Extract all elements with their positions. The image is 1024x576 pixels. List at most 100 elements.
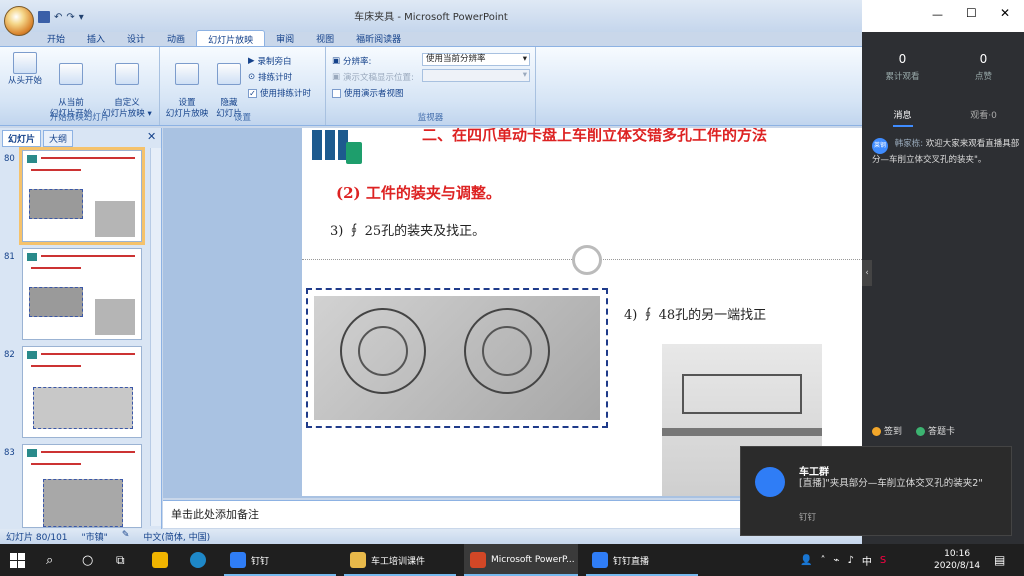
chevron-down-icon: ▾ — [522, 54, 527, 64]
hide-slide-button[interactable]: 隐藏 幻灯片 — [212, 52, 246, 120]
start-button[interactable] — [10, 544, 25, 576]
slide-thumbnail[interactable] — [19, 147, 145, 245]
minimize-button[interactable]: — — [932, 8, 943, 21]
use-timings-checkbox[interactable]: ✓ 使用排练计时 — [248, 87, 311, 99]
custom-show-button[interactable]: 自定义 幻灯片放映 ▾ — [98, 52, 156, 120]
tab-slide-show[interactable]: 幻灯片放映 — [196, 30, 266, 46]
live-panel-tabs: 消息 观看·0 — [862, 108, 1024, 127]
from-current-button[interactable]: 从当前 幻灯片开始 — [46, 52, 96, 120]
dingtalk-icon — [755, 467, 785, 497]
checkbox-icon — [332, 88, 341, 98]
close-pane-button[interactable]: ✕ — [147, 130, 156, 143]
chuck-drawing-image — [314, 296, 600, 420]
dingtalk-icon — [230, 552, 246, 568]
from-beginning-button[interactable]: 从头开始 — [4, 52, 46, 87]
tab-outline[interactable]: 大纲 — [43, 130, 74, 147]
window-controls: — ☐ ✕ — [862, 0, 1024, 32]
tab-viewers[interactable]: 观看·0 — [943, 108, 1024, 127]
thumb-image — [29, 189, 83, 219]
message-author: 韩家栋: — [894, 139, 924, 149]
taskbar-app-dingtalk[interactable]: 钉钉 — [224, 544, 336, 576]
thumb-title — [41, 255, 135, 257]
clock-time: 10:16 — [944, 549, 971, 559]
microphone-icon: ▶ — [248, 56, 255, 66]
store-icon — [152, 552, 168, 568]
live-actions: 签到 答题卡 — [872, 424, 955, 437]
show-on-dropdown[interactable]: ▾ — [422, 69, 530, 82]
system-tray[interactable]: 👤 ˄ ⌁ ♪ 中 S — [800, 544, 886, 576]
taskbar-app-explorer[interactable]: 车工培训课件 — [344, 544, 456, 576]
network-icon: ⌁ — [833, 554, 840, 566]
record-narration-button[interactable]: ▶ 录制旁白 — [248, 55, 292, 67]
search-button[interactable]: ⌕ — [46, 544, 53, 576]
thumb-image — [33, 387, 133, 429]
slide-canvas[interactable]: 二、在四爪单动卡盘上车削立体交错多孔工件的方法 (2) 工件的装夹与调整。 3)… — [302, 128, 862, 496]
timer-icon: ⊙ — [248, 72, 256, 82]
taskbar-app-powerpoint[interactable]: Microsoft PowerP... — [464, 544, 578, 576]
edge-button[interactable] — [190, 544, 206, 576]
chat-message: 莱钢 韩家栋: 欢迎大家来观看直播具部分—车削立体交叉孔的装夹"。 — [872, 138, 1022, 166]
thumb-logo — [27, 351, 37, 359]
tab-view[interactable]: 视图 — [305, 30, 345, 46]
thumb-logo — [27, 253, 37, 261]
notification-center-button[interactable]: ▤ — [994, 544, 1005, 576]
live-icon — [592, 552, 608, 568]
chevron-up-icon: ˄ — [820, 554, 826, 566]
circle-icon: ○ — [82, 552, 94, 568]
tab-review[interactable]: 审阅 — [265, 30, 305, 46]
slide-logo — [312, 130, 364, 164]
setup-show-button[interactable]: 设置 幻灯片放映 — [162, 52, 212, 120]
thumb-subtitle — [31, 267, 81, 269]
tab-home[interactable]: 开始 — [36, 30, 76, 46]
thumb-title — [41, 451, 135, 453]
group-start-show: 从头开始 从当前 幻灯片开始 自定义 幻灯片放映 ▾ 开始放映幻灯片 — [0, 47, 160, 125]
custom-show-icon — [115, 63, 139, 85]
store-button[interactable] — [152, 544, 168, 576]
play-icon — [13, 52, 37, 74]
selected-picture[interactable] — [306, 288, 608, 428]
resolution-dropdown[interactable]: 使用当前分辨率 ▾ — [422, 53, 530, 66]
thumb-image — [29, 287, 83, 317]
tab-design[interactable]: 设计 — [116, 30, 156, 46]
office-button[interactable] — [4, 6, 34, 36]
hide-slide-icon — [217, 63, 241, 85]
spellcheck-icon[interactable]: ✎ — [122, 530, 130, 543]
clock[interactable]: 10:16 2020/8/14 — [934, 544, 980, 576]
presenter-view-checkbox[interactable]: 使用演示者视图 — [332, 87, 404, 99]
language-indicator[interactable]: 中文(简体, 中国) — [143, 530, 210, 543]
group-label: 开始放映幻灯片 — [49, 113, 110, 123]
clock-date: 2020/8/14 — [934, 561, 981, 571]
cortana-button[interactable]: ○ — [82, 544, 93, 576]
notification-toast[interactable]: 车工群 [直播]"夹具部分—车削立体交叉孔的装夹2" 钉钉 — [740, 446, 1012, 536]
thumb-logo — [27, 155, 37, 163]
window-title: 车床夹具 - Microsoft PowerPoint — [354, 12, 508, 23]
tab-insert[interactable]: 插入 — [76, 30, 116, 46]
sogou-icon: S — [879, 554, 887, 566]
slide-thumbnail[interactable] — [22, 346, 142, 438]
collapse-panel-handle[interactable]: ‹ — [862, 260, 872, 286]
rehearse-timings-button[interactable]: ⊙ 排练计时 — [248, 71, 292, 83]
slides-pane-scrollbar[interactable] — [150, 148, 161, 526]
thumb-subtitle — [31, 169, 81, 171]
slide-thumbnail[interactable] — [22, 248, 142, 340]
status-bar: 幻灯片 80/101 "市镇" ✎ 中文(简体, 中国) — [0, 529, 862, 544]
answer-card-button[interactable]: 答题卡 — [916, 424, 955, 437]
tab-animations[interactable]: 动画 — [156, 30, 196, 46]
tab-foxit[interactable]: 福昕阅读器 — [345, 30, 412, 46]
slide-thumbnail[interactable] — [22, 444, 142, 528]
maximize-button[interactable]: ☐ — [966, 6, 977, 20]
task-view-button[interactable]: ⧉ — [116, 544, 125, 576]
checkin-button[interactable]: 签到 — [872, 424, 902, 437]
taskbar-app-dingtalk-live[interactable]: 钉钉直播 — [586, 544, 698, 576]
windows-icon — [10, 552, 25, 568]
close-button[interactable]: ✕ — [1000, 6, 1010, 20]
slide-number: 81 — [4, 252, 15, 262]
ribbon-tabs: 开始 插入 设计 动画 幻灯片放映 审阅 视图 福昕阅读器 — [0, 30, 862, 46]
powerpoint-icon — [470, 552, 486, 568]
thumb-subtitle — [31, 463, 81, 465]
tab-messages[interactable]: 消息 — [862, 108, 943, 127]
check-icon: ✓ — [248, 88, 257, 98]
slide-number: 82 — [4, 350, 15, 360]
slide-counter: 幻灯片 80/101 — [6, 533, 68, 543]
tab-slides[interactable]: 幻灯片 — [2, 130, 42, 147]
